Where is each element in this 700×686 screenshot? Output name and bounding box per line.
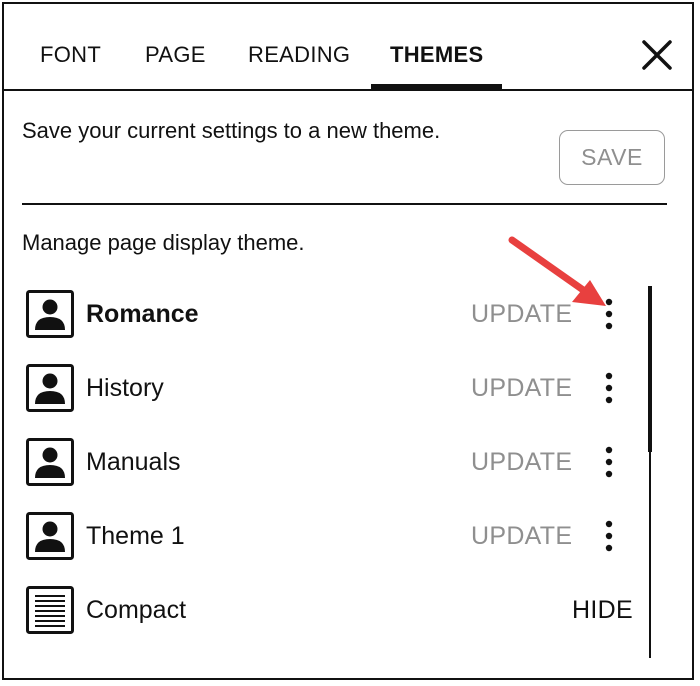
tab-reading[interactable]: READING	[248, 42, 350, 68]
update-button[interactable]: UPDATE	[471, 374, 572, 403]
person-icon	[26, 290, 74, 338]
section-divider	[22, 203, 667, 205]
settings-tabs: FONT PAGE READING THEMES	[4, 4, 692, 90]
tab-themes[interactable]: THEMES	[390, 42, 483, 68]
tab-font[interactable]: FONT	[40, 42, 101, 68]
theme-row-compact[interactable]: Compact HIDE	[4, 586, 644, 646]
more-options-icon[interactable]	[594, 518, 624, 554]
save-theme-description: Save your current settings to a new them…	[22, 118, 441, 143]
manage-theme-heading: Manage page display theme.	[22, 230, 305, 255]
scrollbar-thumb[interactable]	[648, 286, 652, 452]
save-button[interactable]: SAVE	[559, 130, 665, 185]
theme-label: Romance	[86, 300, 199, 328]
person-icon	[26, 364, 74, 412]
theme-label: History	[86, 374, 164, 402]
more-options-icon[interactable]	[594, 296, 624, 332]
person-icon	[26, 438, 74, 486]
theme-row-romance[interactable]: Romance UPDATE	[4, 290, 644, 350]
more-options-icon[interactable]	[594, 444, 624, 480]
person-icon	[26, 512, 74, 560]
close-icon	[642, 40, 672, 70]
close-button[interactable]	[640, 38, 674, 72]
update-button[interactable]: UPDATE	[471, 300, 572, 329]
theme-label: Manuals	[86, 448, 181, 476]
hide-button[interactable]: HIDE	[572, 596, 633, 625]
theme-row-theme-1[interactable]: Theme 1 UPDATE	[4, 512, 644, 572]
theme-label: Compact	[86, 596, 187, 624]
theme-row-manuals[interactable]: Manuals UPDATE	[4, 438, 644, 498]
reader-settings-dialog: FONT PAGE READING THEMES Save your curre…	[2, 2, 694, 680]
text-lines-icon	[26, 586, 74, 634]
update-button[interactable]: UPDATE	[471, 448, 572, 477]
theme-label: Theme 1	[86, 522, 185, 550]
theme-row-history[interactable]: History UPDATE	[4, 364, 644, 424]
tabs-divider	[4, 89, 692, 91]
more-options-icon[interactable]	[594, 370, 624, 406]
update-button[interactable]: UPDATE	[471, 522, 572, 551]
tab-page[interactable]: PAGE	[145, 42, 206, 68]
